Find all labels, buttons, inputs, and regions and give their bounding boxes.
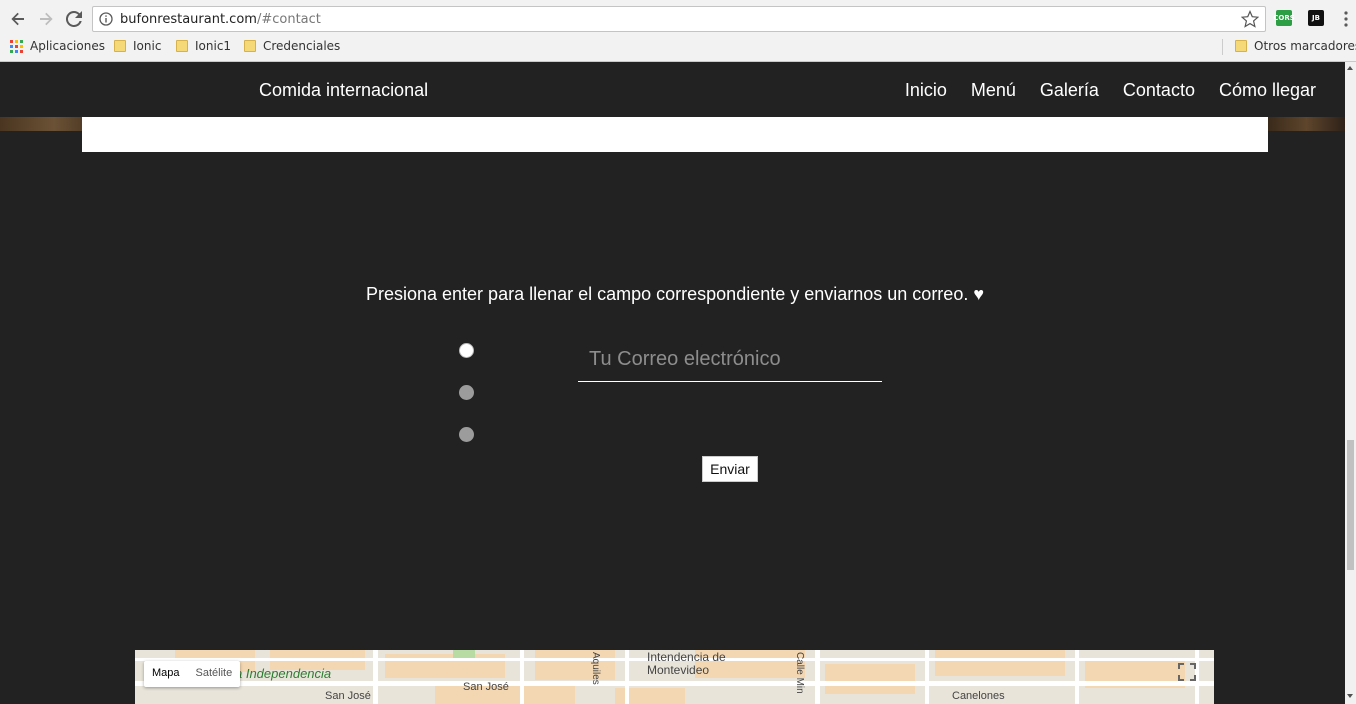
site-menu: Inicio Menú Galería Contacto Cómo llegar bbox=[905, 80, 1316, 101]
bookmark-label: Ionic bbox=[133, 39, 162, 53]
map-label-montevideo: Montevideo bbox=[647, 663, 710, 677]
folder-icon bbox=[1235, 40, 1247, 52]
bookmark-label: Otros marcadores bbox=[1254, 39, 1356, 53]
folder-icon bbox=[176, 40, 188, 52]
map-street bbox=[815, 650, 820, 704]
url-text: bufonrestaurant.com/#contact bbox=[120, 12, 321, 27]
bookmarks-divider bbox=[1222, 39, 1223, 55]
form-step-dot-1[interactable] bbox=[459, 343, 474, 358]
page-content: Comida internacional Inicio Menú Galería… bbox=[0, 62, 1345, 704]
url-host: bufonrestaurant.com bbox=[120, 12, 257, 27]
jb-extension-label: JB bbox=[1312, 14, 1320, 22]
forward-arrow-icon bbox=[40, 12, 53, 26]
jb-extension-icon[interactable]: JB bbox=[1308, 10, 1324, 26]
site-brand[interactable]: Comida internacional bbox=[259, 80, 428, 101]
map-street bbox=[925, 650, 929, 704]
folder-icon bbox=[114, 40, 126, 52]
location-map[interactable]: a Independencia Intendencia de Montevide… bbox=[135, 650, 1214, 704]
map-block bbox=[535, 650, 615, 680]
url-path: /#contact bbox=[256, 12, 321, 27]
map-street bbox=[520, 650, 524, 704]
map-street bbox=[373, 650, 378, 704]
scroll-down-icon[interactable] bbox=[1347, 694, 1353, 698]
bookmark-ionic[interactable]: Ionic bbox=[114, 39, 161, 53]
bookmark-label: Aplicaciones bbox=[30, 39, 105, 53]
cors-extension-label: CORS bbox=[1273, 14, 1295, 22]
nav-link-inicio[interactable]: Inicio bbox=[905, 80, 947, 101]
map-street bbox=[1075, 650, 1079, 704]
bookmark-other[interactable]: Otros marcadores bbox=[1235, 39, 1356, 53]
map-type-map-button[interactable]: Mapa bbox=[144, 661, 188, 687]
map-type-control: Mapa Satélite bbox=[144, 661, 241, 687]
content-panel-bottom bbox=[82, 117, 1268, 152]
map-street bbox=[625, 650, 629, 704]
map-label-calle: Calle Min bbox=[794, 652, 805, 694]
folder-icon bbox=[244, 40, 256, 52]
map-label-independencia: a Independencia bbox=[235, 666, 332, 681]
map-label-intendencia: Intendencia de bbox=[647, 650, 726, 664]
bookmarks-bar: Aplicaciones Ionic Ionic1 Credenciales O… bbox=[0, 37, 1356, 57]
map-block bbox=[935, 650, 1065, 676]
bookmark-credenciales[interactable]: Credenciales bbox=[244, 39, 340, 53]
map-street bbox=[135, 681, 1214, 686]
email-field[interactable] bbox=[578, 337, 882, 382]
hero-background-strip-right bbox=[1268, 117, 1345, 131]
bookmark-label: Ionic1 bbox=[195, 39, 232, 53]
map-label-san-jose-west: San José bbox=[325, 690, 371, 702]
browser-chrome: bufonrestaurant.com/#contact CORS JB Apl… bbox=[0, 0, 1356, 62]
site-navbar: Comida internacional Inicio Menú Galería… bbox=[0, 62, 1345, 117]
bookmark-label: Credenciales bbox=[263, 39, 341, 53]
back-arrow-icon bbox=[11, 12, 24, 26]
map-label-canelones: Canelones bbox=[952, 690, 1005, 702]
nav-link-como-llegar[interactable]: Cómo llegar bbox=[1219, 80, 1316, 101]
cors-extension-icon[interactable]: CORS bbox=[1273, 10, 1295, 26]
map-label-aquiles: Aquiles bbox=[590, 652, 601, 685]
bookmark-apps[interactable]: Aplicaciones bbox=[10, 39, 105, 53]
page-scrollbar[interactable] bbox=[1345, 62, 1356, 704]
nav-link-menu[interactable]: Menú bbox=[971, 80, 1016, 101]
back-button[interactable] bbox=[7, 8, 29, 30]
map-park bbox=[453, 650, 475, 658]
bookmark-ionic1[interactable]: Ionic1 bbox=[176, 39, 231, 53]
nav-link-galeria[interactable]: Galería bbox=[1040, 80, 1099, 101]
fullscreen-icon[interactable] bbox=[1178, 663, 1196, 681]
scrollbar-thumb[interactable] bbox=[1347, 440, 1354, 570]
reload-button[interactable] bbox=[63, 8, 85, 30]
info-icon[interactable] bbox=[99, 12, 113, 26]
apps-grid-icon bbox=[10, 39, 23, 53]
form-step-dot-3[interactable] bbox=[459, 427, 474, 442]
contact-instruction: Presiona enter para llenar el campo corr… bbox=[365, 284, 985, 304]
nav-link-contacto[interactable]: Contacto bbox=[1123, 80, 1195, 101]
bookmark-star-icon[interactable] bbox=[1241, 10, 1259, 28]
map-type-satellite-button[interactable]: Satélite bbox=[188, 661, 241, 687]
browser-menu-icon[interactable] bbox=[1343, 10, 1349, 28]
scroll-up-icon[interactable] bbox=[1347, 66, 1353, 70]
form-step-dot-2[interactable] bbox=[459, 385, 474, 400]
map-block bbox=[825, 664, 915, 694]
map-label-san-jose: San José bbox=[463, 681, 509, 693]
send-button[interactable]: Enviar bbox=[702, 456, 758, 482]
reload-icon bbox=[66, 11, 82, 27]
forward-button[interactable] bbox=[35, 8, 57, 30]
address-bar[interactable]: bufonrestaurant.com/#contact bbox=[92, 6, 1266, 32]
